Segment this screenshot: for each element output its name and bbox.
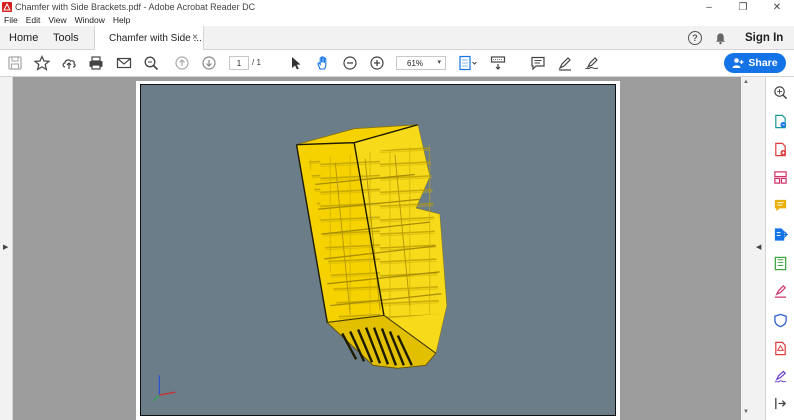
tab-document[interactable]: Chamfer with Side ... × — [94, 26, 204, 51]
zoom-in-icon[interactable] — [368, 54, 386, 72]
zoom-level-select[interactable]: 61% ▾ — [396, 56, 446, 70]
tab-tools[interactable]: Tools — [53, 26, 79, 50]
menu-file[interactable]: File — [4, 15, 18, 25]
next-page-icon[interactable] — [200, 54, 218, 72]
upload-cloud-icon[interactable] — [60, 54, 78, 72]
search-zoom-icon[interactable] — [142, 54, 160, 72]
window-title: Chamfer with Side Brackets.pdf - Adobe A… — [15, 2, 256, 12]
fit-page-icon[interactable] — [456, 54, 480, 72]
right-panel-toggle[interactable]: ◀ — [752, 77, 766, 420]
tools-pane — [766, 77, 794, 420]
building-model-illustration — [152, 124, 447, 402]
export-pdf-icon[interactable] — [772, 113, 788, 129]
menu-help[interactable]: Help — [113, 15, 130, 25]
add-user-icon — [732, 58, 744, 68]
save-icon[interactable] — [6, 54, 24, 72]
chevron-down-icon: ▾ — [437, 59, 441, 66]
left-panel-toggle[interactable]: ▶ — [0, 77, 13, 420]
hand-tool-icon[interactable] — [314, 54, 332, 72]
sign-in-button[interactable]: Sign In — [745, 32, 783, 44]
help-icon[interactable]: ? — [688, 31, 702, 45]
edit-pdf-icon[interactable] — [772, 226, 788, 242]
print-icon[interactable] — [87, 54, 105, 72]
bookmark-star-icon[interactable] — [33, 54, 51, 72]
page-total: / 1 — [252, 58, 261, 67]
scroll-down-icon[interactable]: ▼ — [743, 409, 749, 415]
tab-document-label: Chamfer with Side ... — [109, 33, 202, 44]
restore-button[interactable]: ❐ — [726, 0, 760, 14]
vertical-scrollbar[interactable]: ▲ ▼ — [741, 77, 752, 420]
document-canvas[interactable] — [13, 77, 741, 420]
comment-icon[interactable] — [772, 197, 788, 213]
title-bar: Chamfer with Side Brackets.pdf - Adobe A… — [0, 0, 794, 14]
fill-sign-icon[interactable] — [772, 283, 788, 299]
sign-pen-icon[interactable] — [583, 54, 601, 72]
cad-rendering — [140, 84, 616, 416]
acrobat-app-icon — [2, 2, 12, 12]
close-window-button[interactable]: ✕ — [760, 0, 794, 14]
collapse-right-icon: ◀ — [756, 244, 762, 251]
zoom-tool-icon[interactable] — [772, 84, 788, 100]
share-button-label: Share — [748, 57, 778, 69]
highlight-pen-icon[interactable] — [556, 54, 574, 72]
pdf-page — [136, 81, 620, 420]
tab-home[interactable]: Home — [9, 26, 38, 50]
menu-edit[interactable]: Edit — [26, 15, 41, 25]
combine-files-icon[interactable] — [772, 255, 788, 271]
menu-bar: File Edit View Window Help — [0, 14, 794, 26]
expand-left-icon: ▶ — [3, 244, 9, 251]
scroll-mode-icon[interactable] — [489, 54, 507, 72]
menu-view[interactable]: View — [48, 15, 66, 25]
previous-page-icon[interactable] — [173, 54, 191, 72]
menu-window[interactable]: Window — [75, 15, 105, 25]
more-tools-icon[interactable] — [772, 395, 788, 411]
sign-icon[interactable] — [772, 369, 788, 385]
organize-pages-icon[interactable] — [772, 169, 788, 185]
comment-icon[interactable] — [529, 54, 547, 72]
zoom-out-icon[interactable] — [341, 54, 359, 72]
scroll-up-icon[interactable]: ▲ — [743, 79, 749, 85]
zoom-level-value: 61% — [407, 58, 424, 68]
select-cursor-icon[interactable] — [287, 54, 305, 72]
pdf-file-icon[interactable] — [772, 340, 788, 356]
protect-icon[interactable] — [772, 312, 788, 328]
main-toolbar: 1 / 1 61% ▾ Share — [0, 50, 794, 77]
tab-bar: Home Tools Chamfer with Side ... × ? Sig… — [0, 26, 794, 51]
close-tab-icon[interactable]: × — [192, 32, 198, 43]
notification-bell-icon[interactable] — [714, 32, 727, 45]
create-pdf-icon[interactable] — [772, 141, 788, 157]
email-icon[interactable] — [115, 54, 133, 72]
page-number-input[interactable]: 1 — [229, 56, 249, 70]
minimize-button[interactable]: – — [692, 0, 726, 14]
share-button[interactable]: Share — [724, 53, 786, 73]
